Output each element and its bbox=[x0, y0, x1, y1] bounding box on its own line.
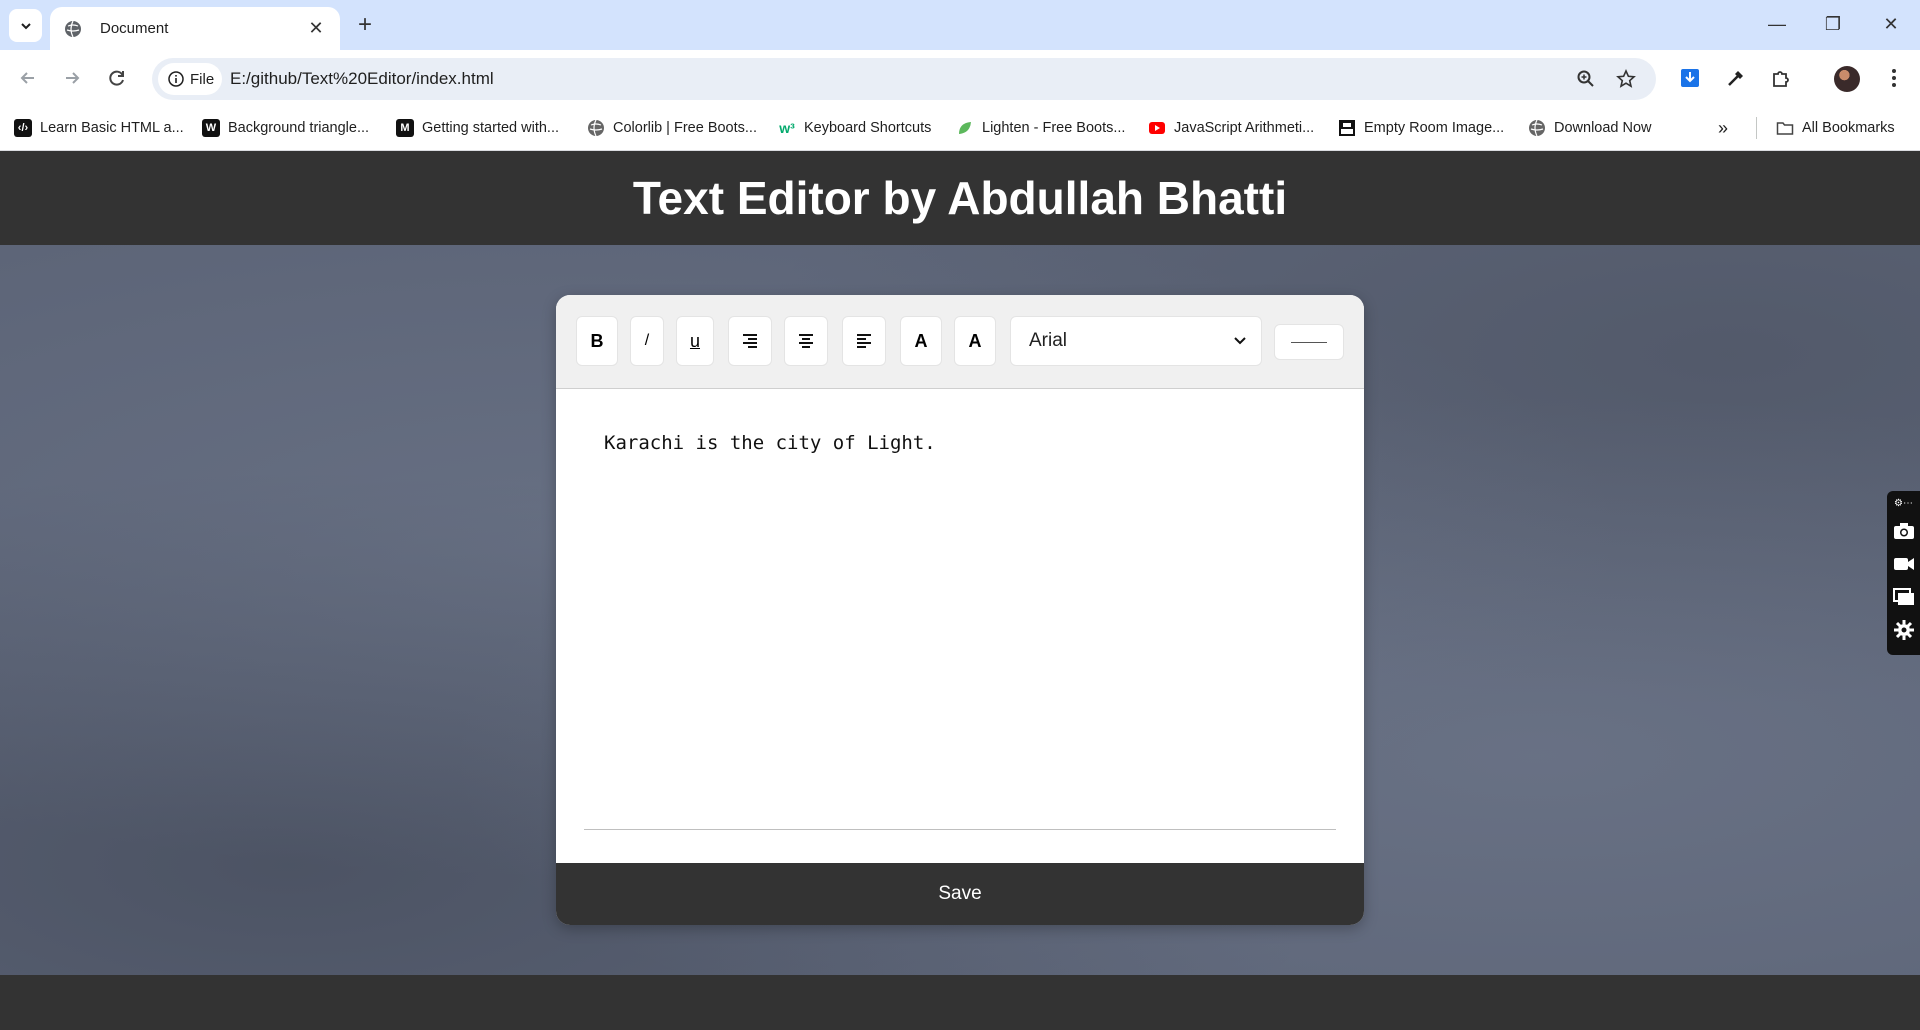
align-right-icon bbox=[743, 334, 757, 348]
font-color-button[interactable]: A bbox=[900, 316, 942, 366]
bookmark-label: Background triangle... bbox=[228, 120, 370, 136]
bookmark-item[interactable]: w³ Keyboard Shortcuts bbox=[778, 116, 931, 140]
bold-button[interactable]: B bbox=[576, 316, 618, 366]
bookmark-item[interactable]: Colorlib | Free Boots... bbox=[587, 116, 757, 140]
bookmark-item[interactable]: M Getting started with... bbox=[396, 116, 559, 140]
bookmark-label: Download Now bbox=[1554, 120, 1652, 136]
bookmark-label: Lighten - Free Boots... bbox=[982, 120, 1126, 136]
page-header: Text Editor by Abdullah Bhatti bbox=[0, 151, 1920, 245]
bookmark-label: Empty Room Image... bbox=[1364, 120, 1505, 136]
bookmark-item[interactable]: ‹/› Learn Basic HTML a... bbox=[14, 116, 184, 140]
align-right-button[interactable] bbox=[728, 316, 772, 366]
site-info-label: File bbox=[190, 70, 215, 88]
bookmark-label: Getting started with... bbox=[422, 120, 560, 136]
editor-toolbar: B / u A A Arial bbox=[556, 295, 1364, 389]
page-viewport: Text Editor by Abdullah Bhatti B / u A A… bbox=[0, 151, 1920, 1030]
new-tab-button[interactable]: + bbox=[352, 12, 378, 38]
page-title: Text Editor by Abdullah Bhatti bbox=[632, 172, 1288, 224]
close-window-button[interactable]: ✕ bbox=[1876, 10, 1906, 38]
save-button[interactable]: Save bbox=[556, 863, 1364, 925]
w-logo-icon: W bbox=[202, 119, 220, 137]
chevron-down-icon bbox=[20, 22, 31, 29]
settings-gear-icon[interactable] bbox=[1891, 615, 1917, 645]
italic-button[interactable]: / bbox=[630, 316, 664, 366]
camera-icon[interactable] bbox=[1891, 516, 1917, 546]
tab-title: Document bbox=[100, 20, 169, 37]
eyedropper-icon[interactable] bbox=[1720, 62, 1752, 94]
close-tab-icon[interactable]: ✕ bbox=[306, 18, 326, 39]
slider-line bbox=[1291, 341, 1327, 343]
restore-button[interactable]: ❐ bbox=[1818, 10, 1848, 38]
w3-logo-icon: w³ bbox=[779, 120, 795, 136]
reload-icon bbox=[109, 70, 124, 86]
bookmarks-bar: ‹/› Learn Basic HTML a... W Background t… bbox=[0, 106, 1920, 151]
m-logo-icon: M bbox=[396, 119, 414, 137]
font-family-value: Arial bbox=[1029, 330, 1068, 351]
download-extension-icon[interactable] bbox=[1674, 62, 1706, 94]
align-center-button[interactable] bbox=[784, 316, 828, 366]
bookmark-item[interactable]: Empty Room Image... bbox=[1338, 116, 1504, 140]
globe-icon bbox=[1529, 119, 1545, 137]
globe-icon bbox=[588, 119, 604, 137]
youtube-icon bbox=[1149, 122, 1165, 134]
url-text[interactable]: E:/github/Text%20Editor/index.html bbox=[230, 69, 494, 89]
align-left-icon bbox=[857, 334, 871, 348]
more-bookmarks-chevron-icon[interactable]: » bbox=[1718, 116, 1728, 140]
folder-icon bbox=[1776, 122, 1794, 135]
code-icon: ‹/› bbox=[14, 119, 32, 137]
gallery-icon[interactable] bbox=[1891, 582, 1917, 612]
font-family-select[interactable]: Arial bbox=[1010, 316, 1262, 366]
arrow-left-icon bbox=[20, 72, 34, 84]
browser-tab[interactable]: Document ✕ bbox=[50, 7, 340, 50]
reload-button[interactable] bbox=[101, 62, 133, 94]
bookmarks-divider bbox=[1756, 117, 1757, 139]
editor-divider bbox=[584, 829, 1336, 830]
leaf-icon bbox=[959, 122, 971, 134]
align-center-icon bbox=[799, 334, 813, 348]
bookmark-item[interactable]: JavaScript Arithmeti... bbox=[1148, 116, 1314, 140]
tab-search-button[interactable] bbox=[9, 9, 42, 42]
star-icon[interactable] bbox=[1614, 67, 1638, 91]
video-camera-icon[interactable] bbox=[1891, 549, 1917, 579]
forward-button[interactable] bbox=[56, 62, 88, 94]
page-footer bbox=[0, 975, 1920, 1030]
minimize-button[interactable]: — bbox=[1762, 10, 1792, 38]
align-left-button[interactable] bbox=[842, 316, 886, 366]
zoom-icon[interactable] bbox=[1574, 67, 1598, 91]
bookmark-item[interactable]: Download Now bbox=[1528, 116, 1652, 140]
text-editor: B / u A A Arial Karachi is the city of L… bbox=[556, 295, 1364, 925]
bookmark-label: JavaScript Arithmeti... bbox=[1174, 120, 1315, 136]
extensions-puzzle-icon[interactable] bbox=[1765, 62, 1797, 94]
tab-bar: Document ✕ + — ❐ ✕ bbox=[0, 0, 1920, 50]
chevron-down-icon bbox=[1234, 337, 1246, 345]
all-bookmarks-label: All Bookmarks bbox=[1802, 120, 1895, 136]
site-info-chip[interactable]: File bbox=[158, 63, 222, 95]
highlight-color-button[interactable]: A bbox=[954, 316, 996, 366]
panel-options-icon[interactable]: ⚙⋯ bbox=[1894, 495, 1913, 513]
back-button[interactable] bbox=[12, 62, 44, 94]
arrow-right-icon bbox=[66, 72, 80, 84]
address-bar[interactable]: File E:/github/Text%20Editor/index.html bbox=[152, 58, 1656, 100]
globe-icon bbox=[65, 20, 81, 37]
more-menu-icon[interactable] bbox=[1878, 62, 1910, 94]
editor-text-area[interactable]: Karachi is the city of Light. bbox=[604, 432, 936, 454]
all-bookmarks-button[interactable]: All Bookmarks bbox=[1776, 116, 1895, 140]
font-size-slider[interactable] bbox=[1274, 324, 1344, 360]
bookmark-label: Keyboard Shortcuts bbox=[804, 120, 932, 136]
bookmark-item[interactable]: W Background triangle... bbox=[202, 116, 369, 140]
unsplash-icon bbox=[1339, 120, 1355, 136]
screenshot-extension-panel: ⚙⋯ bbox=[1887, 491, 1920, 655]
browser-toolbar: File E:/github/Text%20Editor/index.html bbox=[0, 50, 1920, 106]
bookmark-item[interactable]: Lighten - Free Boots... bbox=[956, 116, 1125, 140]
bookmark-label: Learn Basic HTML a... bbox=[40, 120, 184, 136]
profile-avatar[interactable] bbox=[1834, 66, 1860, 92]
info-icon bbox=[168, 71, 184, 87]
bookmark-label: Colorlib | Free Boots... bbox=[613, 120, 757, 136]
underline-button[interactable]: u bbox=[676, 316, 714, 366]
